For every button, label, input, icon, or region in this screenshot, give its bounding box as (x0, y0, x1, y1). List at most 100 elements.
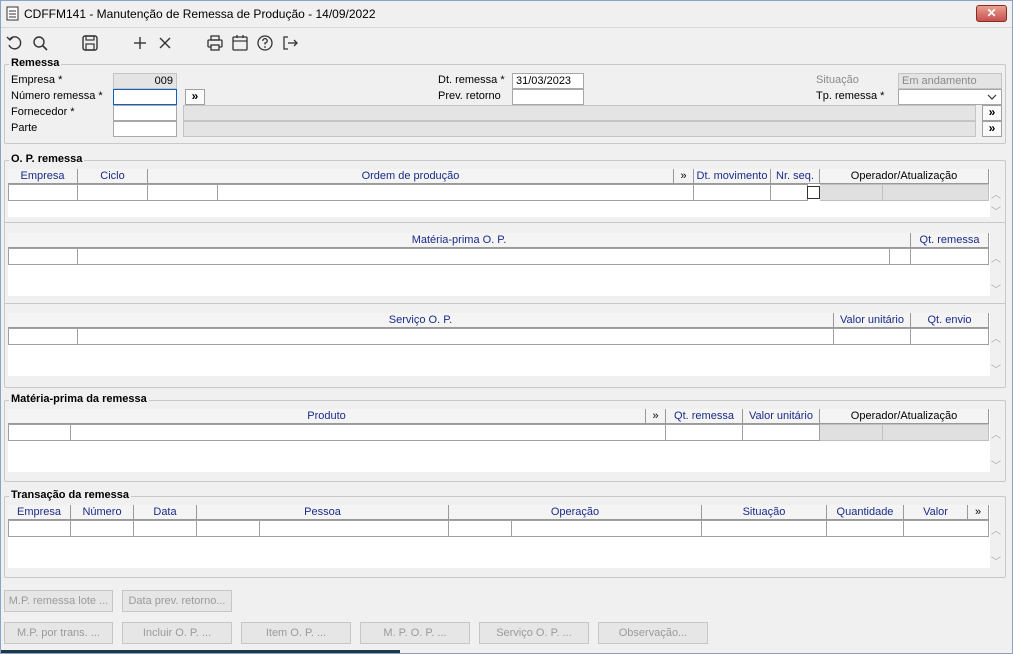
table-cell[interactable] (890, 248, 911, 265)
fornecedor-field[interactable] (113, 105, 177, 121)
tr-col-pessoa[interactable]: Pessoa (197, 505, 449, 520)
table-cell[interactable] (78, 248, 890, 265)
incluir-op-button[interactable]: Incluir O. P. ... (122, 622, 232, 644)
data-prev-retorno-button[interactable]: Data prev. retorno... (122, 590, 232, 612)
empresa-field[interactable]: 009 (113, 73, 177, 89)
fornecedor-label: Fornecedor * (11, 106, 75, 118)
mr-col-produto[interactable]: Produto (8, 409, 646, 424)
delete-icon[interactable] (155, 33, 175, 53)
dt-remessa-field[interactable]: 31/03/2023 (512, 73, 584, 89)
chevron-down-icon[interactable] (987, 94, 997, 100)
scroll-down-icon[interactable]: ﹀ (991, 203, 1001, 218)
op-col-operador[interactable]: Operador/Atualização (820, 169, 989, 184)
table-cell[interactable] (260, 520, 449, 537)
row-checkbox[interactable] (807, 186, 820, 199)
table-cell[interactable] (8, 328, 78, 345)
undo-icon[interactable] (5, 33, 25, 53)
print-icon[interactable] (205, 33, 225, 53)
op-col-more-button[interactable]: » (674, 169, 694, 184)
scroll-down-icon[interactable]: ﹀ (991, 281, 1001, 296)
mr-col-more-button[interactable]: » (646, 409, 666, 424)
numero-remessa-field[interactable] (113, 89, 177, 105)
fornecedor-more-button[interactable]: » (982, 105, 1002, 121)
save-icon[interactable] (80, 33, 100, 53)
scroll-down-icon[interactable]: ﹀ (991, 361, 1001, 376)
servico-op-col-valor[interactable]: Valor unitário (834, 313, 911, 328)
tr-col-valor[interactable]: Valor (904, 505, 968, 520)
add-icon[interactable] (130, 33, 150, 53)
table-cell[interactable] (8, 520, 71, 537)
materia-op-col-qt[interactable]: Qt. remessa (911, 233, 989, 248)
table-cell[interactable] (911, 328, 989, 345)
table-cell (883, 424, 989, 441)
help-icon[interactable] (255, 33, 275, 53)
table-cell[interactable] (702, 520, 827, 537)
servico-op-col-qt-envio[interactable]: Qt. envio (911, 313, 989, 328)
table-cell[interactable] (71, 424, 666, 441)
tr-col-situacao[interactable]: Situação (702, 505, 827, 520)
mr-col-valor[interactable]: Valor unitário (743, 409, 820, 424)
op-col-ordem[interactable]: Ordem de produção (148, 169, 674, 184)
scroll-up-icon[interactable]: ︿ (991, 522, 1001, 537)
table-cell[interactable] (71, 520, 134, 537)
situacao-field: Em andamento (898, 73, 1002, 89)
table-cell[interactable] (904, 520, 989, 537)
table-cell[interactable] (694, 184, 771, 201)
exit-icon[interactable] (280, 33, 300, 53)
mp-remessa-lote-button[interactable]: M.P. remessa lote ... (4, 590, 113, 612)
table-cell[interactable] (827, 520, 904, 537)
op-col-dt-movimento[interactable]: Dt. movimento (694, 169, 771, 184)
table-cell[interactable] (78, 184, 148, 201)
table-cell[interactable] (218, 184, 694, 201)
table-cell[interactable] (78, 328, 834, 345)
table-cell[interactable] (512, 520, 702, 537)
table-cell[interactable] (834, 328, 911, 345)
servico-op-col-servico[interactable]: Serviço O. P. (8, 313, 834, 328)
tr-col-quantidade[interactable]: Quantidade (827, 505, 904, 520)
table-cell[interactable] (8, 184, 78, 201)
mr-col-qt[interactable]: Qt. remessa (666, 409, 743, 424)
mr-col-operador[interactable]: Operador/Atualização (820, 409, 989, 424)
parte-more-button[interactable]: » (982, 121, 1002, 137)
table-cell[interactable] (148, 184, 218, 201)
table-cell[interactable] (134, 520, 197, 537)
table-cell[interactable] (449, 520, 512, 537)
tr-col-operacao[interactable]: Operação (449, 505, 702, 520)
servico-op-button[interactable]: Serviço O. P. ... (479, 622, 589, 644)
table-cell[interactable] (8, 424, 71, 441)
parte-field[interactable] (113, 121, 177, 137)
tr-col-numero[interactable]: Número (71, 505, 134, 520)
materia-op-col-materia[interactable]: Matéria-prima O. P. (8, 233, 911, 248)
numero-remessa-label: Número remessa * (11, 90, 103, 102)
search-icon[interactable] (30, 33, 50, 53)
scroll-up-icon[interactable]: ︿ (991, 426, 1001, 441)
scroll-down-icon[interactable]: ﹀ (991, 457, 1001, 472)
tr-col-more-button[interactable]: » (968, 505, 989, 520)
close-button[interactable]: ✕ (976, 5, 1007, 22)
table-cell[interactable] (743, 424, 820, 441)
scroll-up-icon[interactable]: ︿ (991, 250, 1001, 265)
scroll-up-icon[interactable]: ︿ (991, 186, 1001, 201)
scroll-down-icon[interactable]: ﹀ (991, 553, 1001, 568)
mp-op-button[interactable]: M. P. O. P. ... (360, 622, 470, 644)
scroll-up-icon[interactable]: ︿ (991, 330, 1001, 345)
transacao-title: Transação da remessa (9, 489, 132, 501)
op-col-ciclo[interactable]: Ciclo (78, 169, 148, 184)
mp-por-trans-button[interactable]: M.P. por trans. ... (4, 622, 113, 644)
dt-remessa-label: Dt. remessa * (438, 74, 505, 86)
numero-remessa-more-button[interactable]: » (185, 89, 205, 105)
observacao-button[interactable]: Observação... (598, 622, 708, 644)
prev-retorno-field[interactable] (512, 89, 584, 105)
table-cell[interactable] (771, 184, 808, 201)
table-cell[interactable] (197, 520, 260, 537)
tr-col-data[interactable]: Data (134, 505, 197, 520)
tr-col-empresa[interactable]: Empresa (8, 505, 71, 520)
calendar-icon[interactable] (230, 33, 250, 53)
table-cell[interactable] (911, 248, 989, 265)
table-cell[interactable] (8, 248, 78, 265)
item-op-button[interactable]: Item O. P. ... (241, 622, 351, 644)
table-cell[interactable] (666, 424, 743, 441)
table-cell (820, 184, 883, 201)
op-col-nr-seq[interactable]: Nr. seq. (771, 169, 820, 184)
op-col-empresa[interactable]: Empresa (8, 169, 78, 184)
